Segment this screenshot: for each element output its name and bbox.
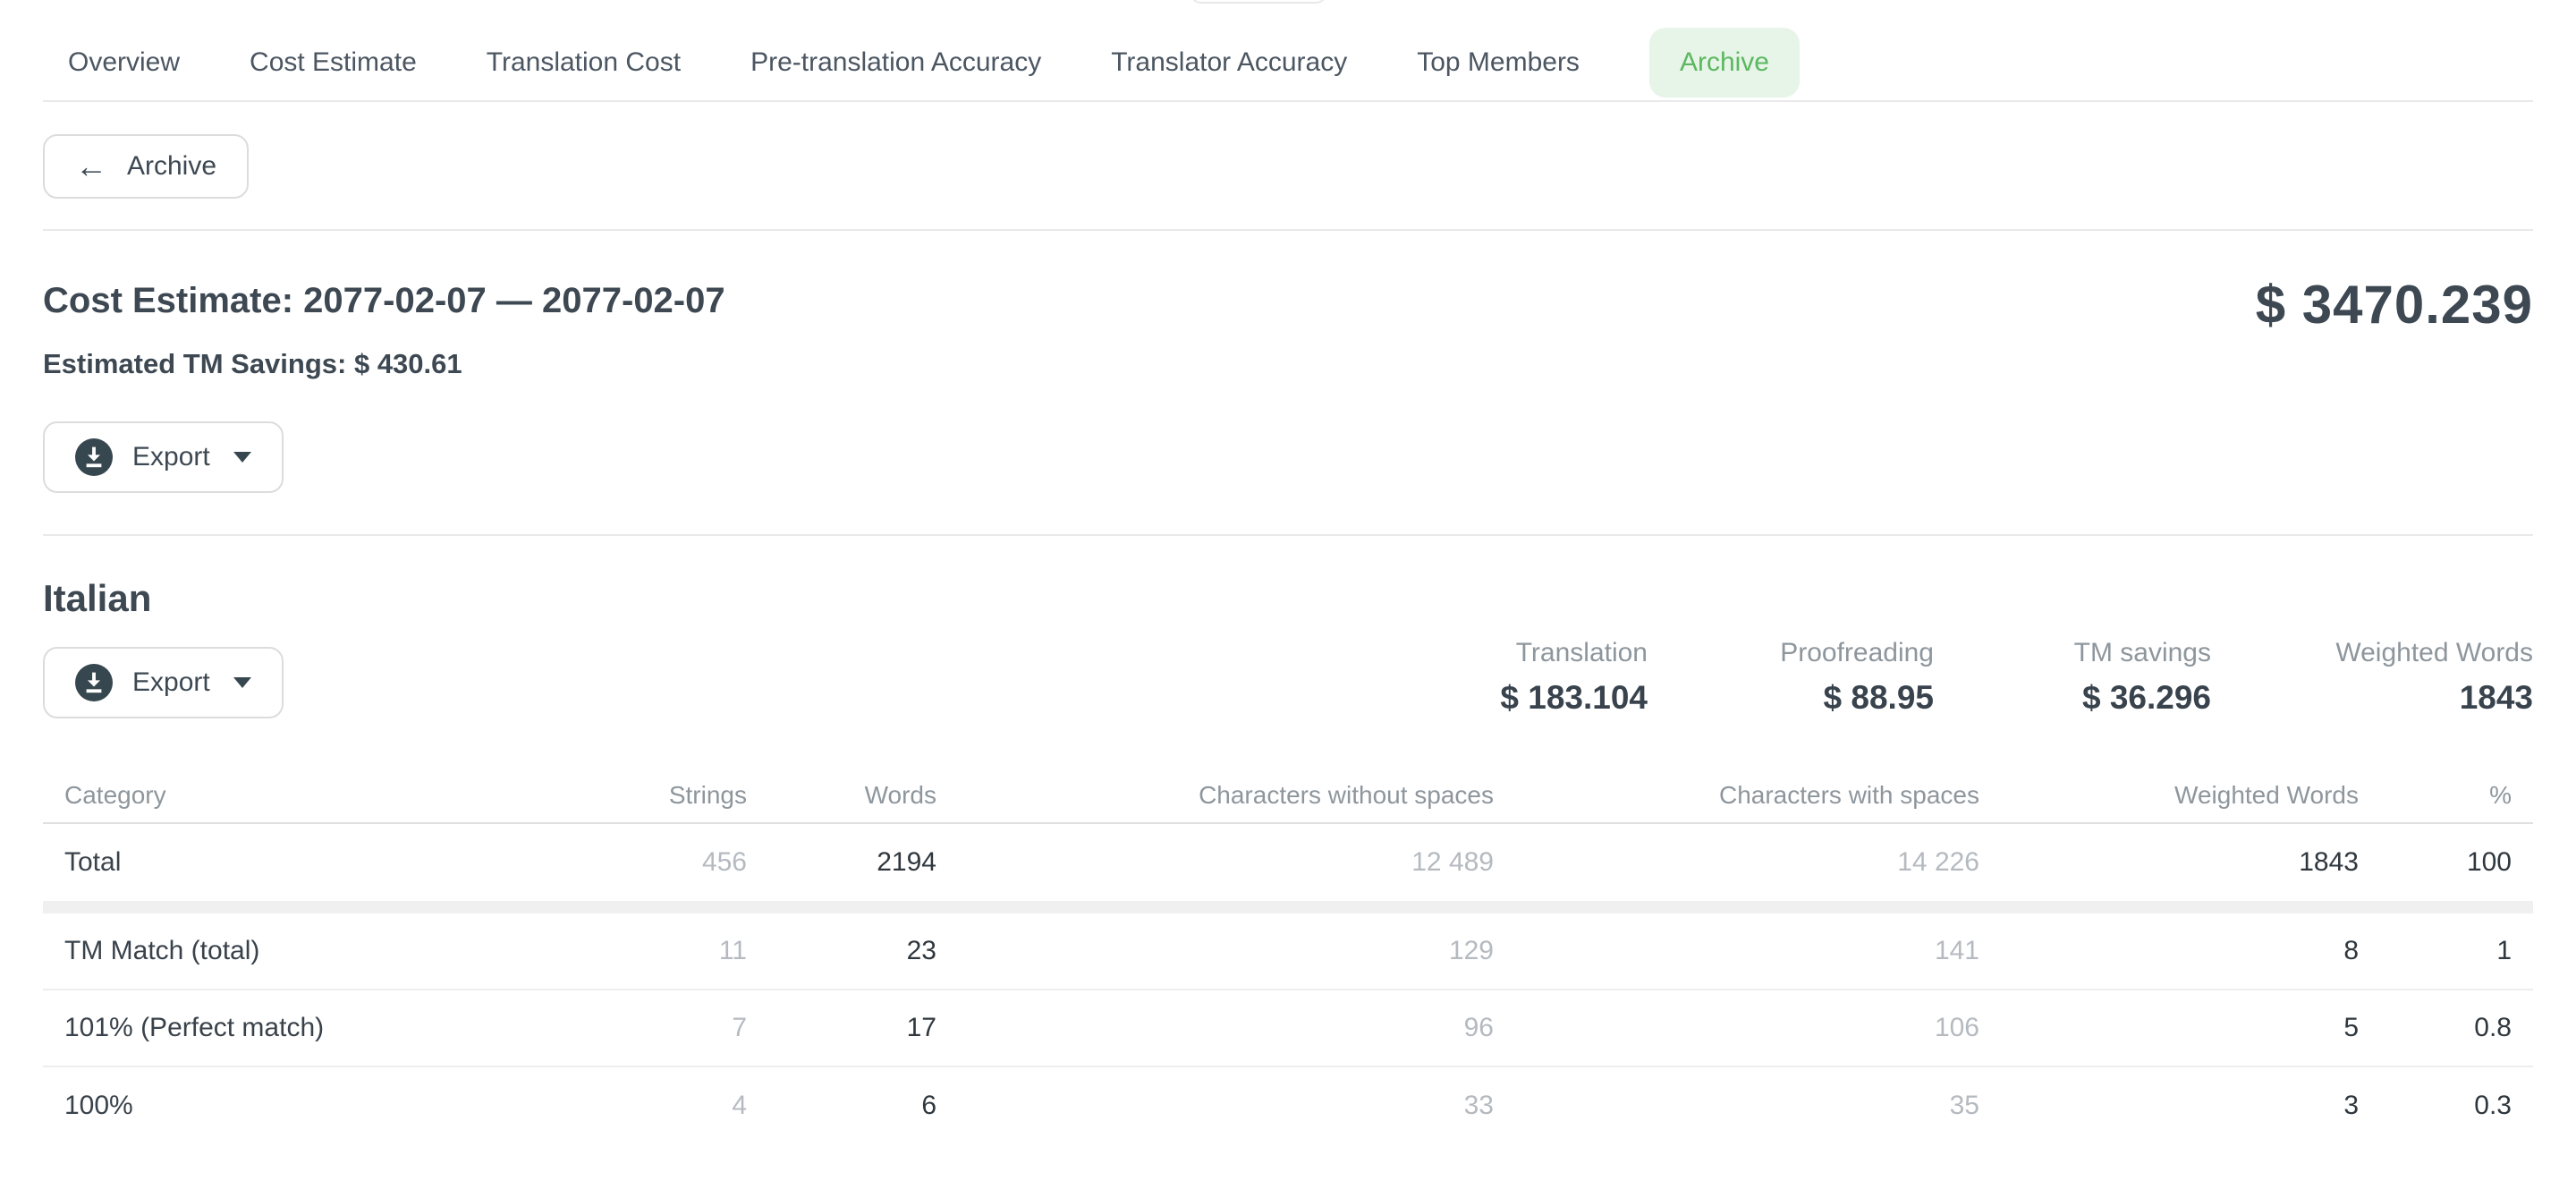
page-title: Cost Estimate: 2077-02-07 — 2077-02-07 (43, 281, 2533, 321)
stat-value: $ 36.296 (1970, 679, 2211, 717)
export-language-button[interactable]: Export (43, 647, 284, 718)
clipped-popover-edge (1191, 0, 1326, 4)
stat-translation: Translation $ 183.104 (1388, 638, 1648, 717)
col-header-chars-with-spaces: Characters with spaces (1494, 781, 1979, 810)
chevron-down-icon (233, 677, 251, 688)
report-tabbar: Overview Cost Estimate Translation Cost … (0, 0, 2576, 100)
total-cost-value: $ 3470.239 (2256, 274, 2533, 336)
language-left: Italian Export (43, 577, 284, 718)
language-title: Italian (43, 577, 284, 620)
tm-savings-line: Estimated TM Savings: $ 430.61 (43, 348, 2533, 380)
tab-pre-translation-accuracy[interactable]: Pre-translation Accuracy (750, 47, 1041, 78)
arrow-left-icon: ← (75, 153, 107, 180)
tab-archive[interactable]: Archive (1649, 28, 1800, 98)
stat-proofreading: Proofreading $ 88.95 (1683, 638, 1934, 717)
tab-translation-cost[interactable]: Translation Cost (487, 47, 681, 78)
cost-estimate-summary: Cost Estimate: 2077-02-07 — 2077-02-07 $… (0, 231, 2576, 534)
table-row-tm-match: TM Match (total) 11 23 129 141 8 1 (43, 913, 2533, 990)
col-header-category: Category (64, 781, 565, 810)
stat-tm-savings: TM savings $ 36.296 (1970, 638, 2211, 717)
tab-overview[interactable]: Overview (68, 47, 180, 78)
table-row-101-perfect-match: 101% (Perfect match) 7 17 96 106 5 0.8 (43, 990, 2533, 1067)
download-icon (75, 438, 113, 476)
tab-cost-estimate[interactable]: Cost Estimate (250, 47, 417, 78)
archive-back-label: Archive (127, 151, 216, 182)
col-header-words: Words (747, 781, 936, 810)
export-report-button[interactable]: Export (43, 421, 284, 493)
language-section: Italian Export Translation $ 183.104 Pro… (0, 536, 2576, 718)
download-icon (75, 664, 113, 701)
language-stats: Translation $ 183.104 Proofreading $ 88.… (1388, 638, 2533, 718)
table-row-total: Total 456 2194 12 489 14 226 1843 100 (43, 824, 2533, 901)
tab-translator-accuracy[interactable]: Translator Accuracy (1111, 47, 1347, 78)
col-header-weighted-words: Weighted Words (1979, 781, 2359, 810)
table-header-row: Category Strings Words Characters withou… (43, 769, 2533, 824)
col-header-percent: % (2359, 781, 2512, 810)
stat-value: $ 183.104 (1388, 679, 1648, 717)
stat-label: Translation (1388, 638, 1648, 668)
chevron-down-icon (233, 452, 251, 463)
back-row: ← Archive (0, 102, 2576, 229)
export-language-label: Export (132, 667, 210, 698)
stat-label: Proofreading (1683, 638, 1934, 668)
stat-value: $ 88.95 (1683, 679, 1934, 717)
export-report-label: Export (132, 442, 210, 472)
col-header-strings: Strings (565, 781, 747, 810)
table-row-100: 100% 4 6 33 35 3 0.3 (43, 1067, 2533, 1144)
tab-top-members[interactable]: Top Members (1417, 47, 1580, 78)
stat-weighted-words: Weighted Words 1843 (2247, 638, 2533, 717)
cost-table: Category Strings Words Characters withou… (43, 769, 2533, 1144)
stat-label: TM savings (1970, 638, 2211, 668)
stat-value: 1843 (2247, 679, 2533, 717)
col-header-chars-without-spaces: Characters without spaces (936, 781, 1494, 810)
stat-label: Weighted Words (2247, 638, 2533, 668)
total-separator (43, 901, 2533, 913)
archive-back-button[interactable]: ← Archive (43, 134, 249, 199)
